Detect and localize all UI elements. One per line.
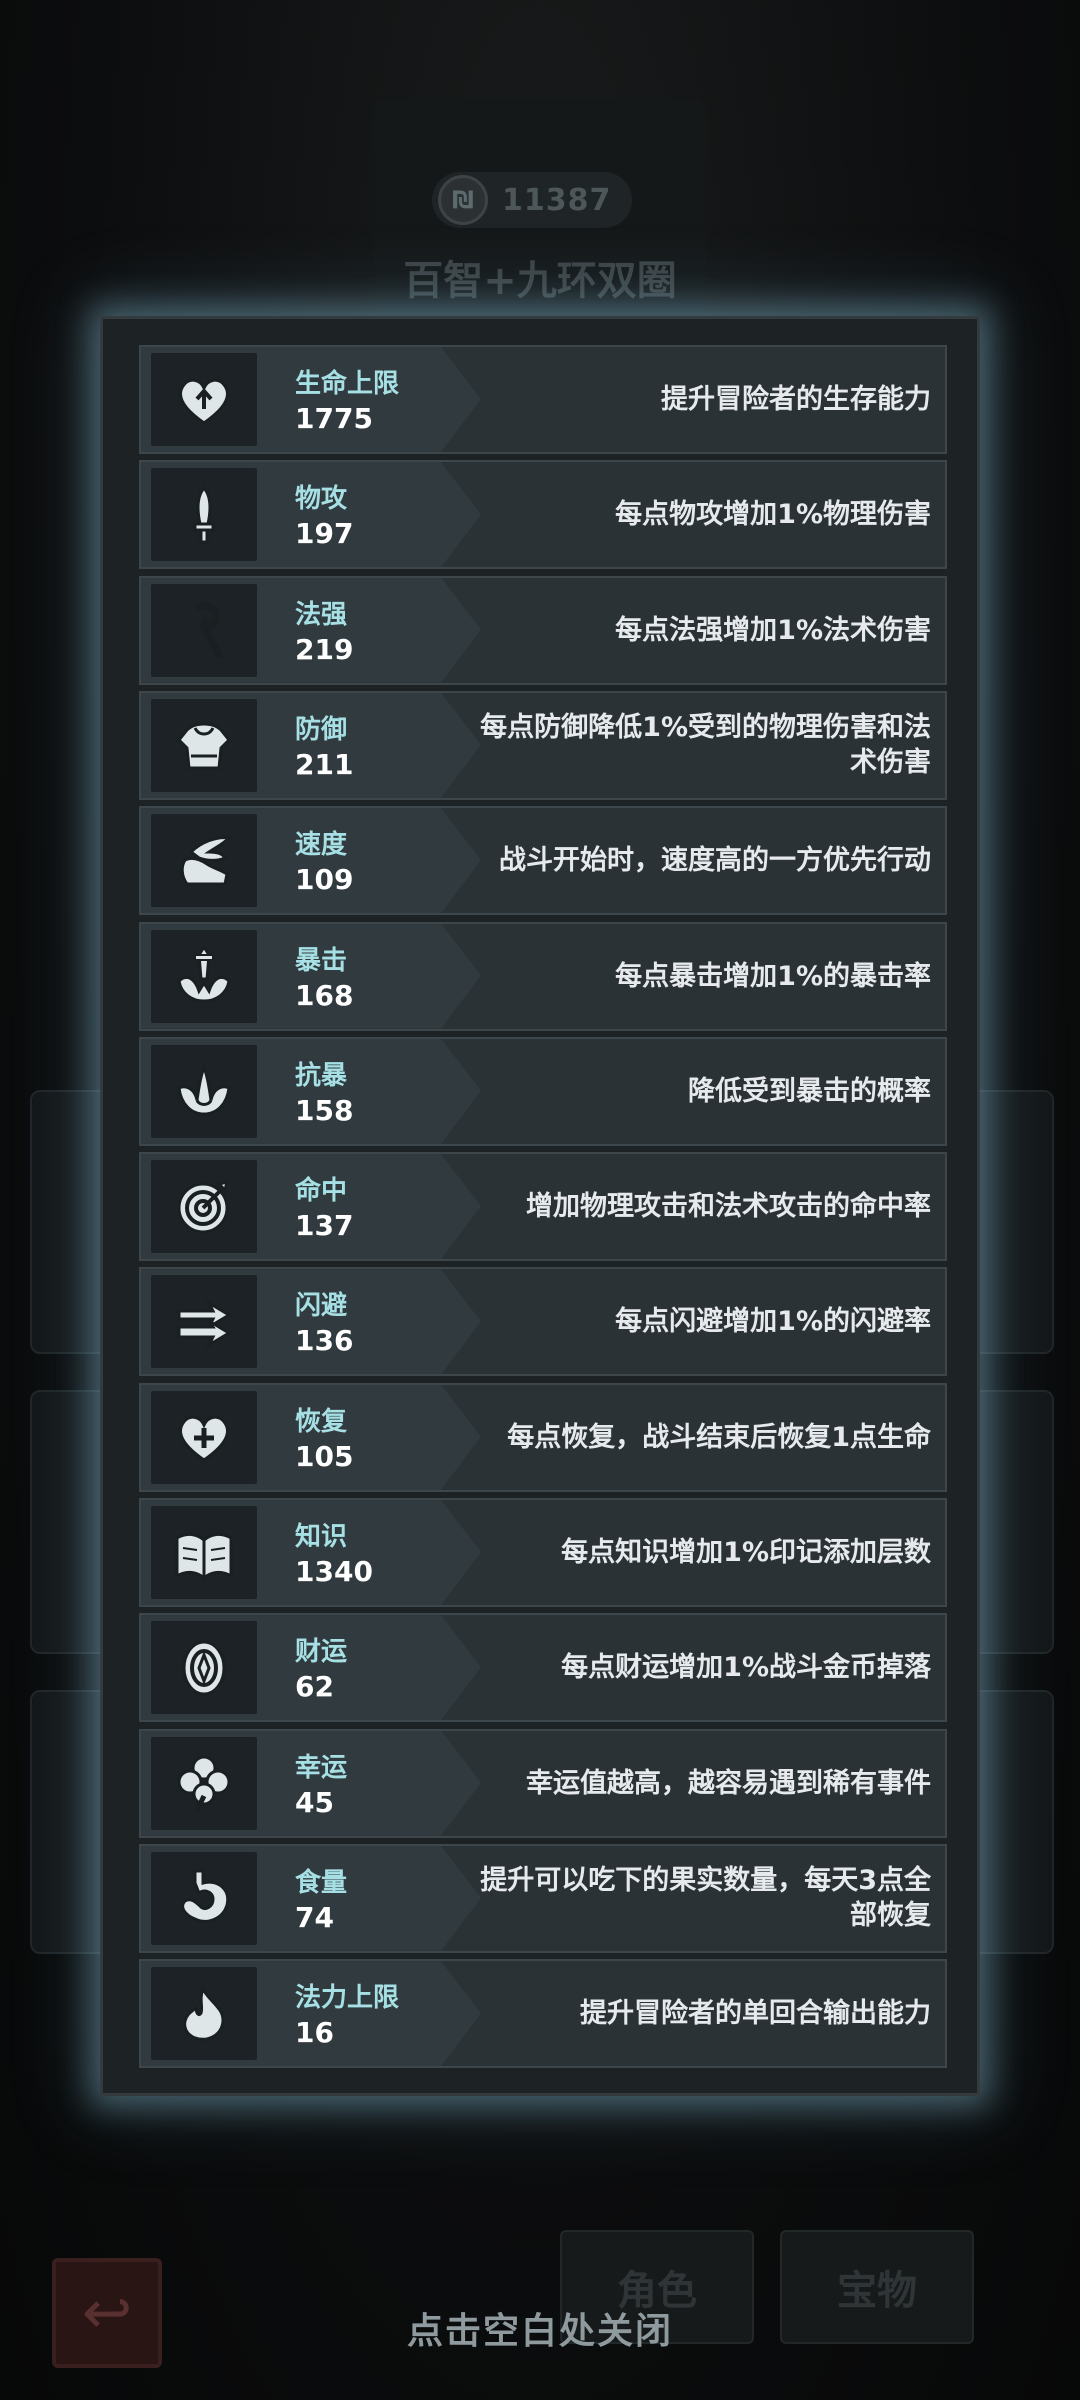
stat-name: 速度 xyxy=(295,830,348,861)
stat-row: 知识 1340 每点知识增加1%印记添加层数 xyxy=(139,1498,947,1607)
stat-name: 法力上限 xyxy=(295,1983,400,2014)
heart-arrow-icon xyxy=(151,353,257,446)
stat-row: 防御 211 每点防御降低1%受到的物理伤害和法术伤害 xyxy=(139,690,947,800)
stat-description: 每点财运增加1%战斗金币掉落 xyxy=(561,1652,931,1684)
stat-name: 法强 xyxy=(295,599,348,630)
stat-row: 食量 74 提升可以吃下的果实数量，每天3点全部恢复 xyxy=(139,1843,947,1953)
stat-description: 幸运值越高，越容易遇到稀有事件 xyxy=(526,1767,931,1799)
stat-value: 197 xyxy=(295,517,354,551)
stat-row: 财运 62 每点财运增加1%战斗金币掉落 xyxy=(139,1613,947,1723)
target-icon xyxy=(151,1160,257,1254)
dodge-arrows-icon xyxy=(151,1275,257,1369)
stat-value: 45 xyxy=(295,1785,334,1819)
stat-row: 抗暴 158 降低受到暴击的概率 xyxy=(139,1036,947,1146)
shield-burst-icon xyxy=(151,1044,257,1138)
stat-description: 每点物攻增加1%物理伤害 xyxy=(615,499,931,531)
stat-name: 知识 xyxy=(295,1522,348,1552)
stat-description: 提升冒险者的生存能力 xyxy=(661,384,931,415)
armor-icon xyxy=(151,698,257,792)
book-icon xyxy=(151,1506,257,1599)
stat-value: 211 xyxy=(295,747,354,781)
stat-name: 财运 xyxy=(295,1637,348,1668)
stat-description: 战斗开始时，速度高的一方优先行动 xyxy=(499,845,931,877)
stat-name: 食量 xyxy=(295,1867,348,1898)
stat-row: 恢复 105 每点恢复，战斗结束后恢复1点生命 xyxy=(139,1382,947,1492)
mana-drop-icon xyxy=(151,1967,257,2061)
stat-value: 137 xyxy=(295,1209,354,1243)
stat-name: 命中 xyxy=(295,1176,348,1207)
stat-value: 105 xyxy=(295,1439,354,1473)
coin-icon xyxy=(151,1621,257,1715)
stat-row: 法力上限 16 提升冒险者的单回合输出能力 xyxy=(139,1959,947,2069)
winged-boot-icon xyxy=(151,814,257,908)
coin-value: 11387 xyxy=(502,182,612,218)
stat-value: 1340 xyxy=(295,1555,373,1588)
stat-description: 每点恢复，战斗结束后恢复1点生命 xyxy=(507,1421,931,1453)
stat-value: 158 xyxy=(295,1093,354,1127)
critical-sword-icon xyxy=(151,929,257,1023)
stat-name: 暴击 xyxy=(295,945,348,976)
stat-name: 生命上限 xyxy=(295,369,400,399)
stat-description: 每点暴击增加1%的暴击率 xyxy=(615,960,931,992)
stat-description: 每点防御降低1%受到的物理伤害和法术伤害 xyxy=(480,712,931,779)
stats-panel: 生命上限 1775 提升冒险者的生存能力物攻 197 每点物攻增加1%物理伤害法强 219… xyxy=(100,316,980,2096)
stat-row: 生命上限 1775 提升冒险者的生存能力 xyxy=(139,345,947,454)
staff-icon xyxy=(151,583,257,677)
stat-row: 命中 137 增加物理攻击和法术攻击的命中率 xyxy=(139,1152,947,1262)
stat-description: 每点知识增加1%印记添加层数 xyxy=(561,1537,931,1568)
stat-value: 219 xyxy=(295,632,354,666)
stat-value: 1775 xyxy=(295,402,373,435)
stat-name: 恢复 xyxy=(295,1406,348,1437)
heart-plus-icon xyxy=(151,1390,257,1484)
stat-description: 增加物理攻击和法术攻击的命中率 xyxy=(526,1191,931,1223)
stat-value: 62 xyxy=(295,1670,334,1704)
stat-name: 抗暴 xyxy=(295,1060,348,1091)
close-hint[interactable]: 点击空白处关闭 xyxy=(0,2302,1080,2354)
coin-counter: ₪ 11387 xyxy=(432,172,632,228)
stat-description: 每点闪避增加1%的闪避率 xyxy=(615,1306,931,1338)
stat-value: 74 xyxy=(295,1900,334,1934)
stat-row: 暴击 168 每点暴击增加1%的暴击率 xyxy=(139,921,947,1031)
stat-description: 每点法强增加1%法术伤害 xyxy=(615,614,931,646)
stat-row: 速度 109 战斗开始时，速度高的一方优先行动 xyxy=(139,806,947,916)
currency-icon: ₪ xyxy=(438,175,488,225)
stat-value: 168 xyxy=(295,978,354,1012)
stat-row: 物攻 197 每点物攻增加1%物理伤害 xyxy=(139,460,947,570)
stat-row: 闪避 136 每点闪避增加1%的闪避率 xyxy=(139,1267,947,1377)
stat-name: 闪避 xyxy=(295,1291,348,1322)
stat-name: 物攻 xyxy=(295,484,348,515)
stat-name: 防御 xyxy=(295,714,348,745)
stat-value: 136 xyxy=(295,1324,354,1358)
stat-description: 降低受到暴击的概率 xyxy=(688,1075,931,1107)
sword-icon xyxy=(151,468,257,562)
stat-description: 提升可以吃下的果实数量，每天3点全部恢复 xyxy=(480,1865,931,1932)
stomach-icon xyxy=(151,1851,257,1945)
clover-icon xyxy=(151,1736,257,1830)
stat-name: 幸运 xyxy=(295,1752,348,1783)
stat-description: 提升冒险者的单回合输出能力 xyxy=(580,1998,931,2030)
stat-value: 16 xyxy=(295,2016,334,2050)
stat-row: 法强 219 每点法强增加1%法术伤害 xyxy=(139,575,947,685)
stat-row: 幸运 45 幸运值越高，越容易遇到稀有事件 xyxy=(139,1728,947,1838)
stat-value: 109 xyxy=(295,863,354,897)
background-title: 百智+九环双圈 xyxy=(403,258,677,304)
